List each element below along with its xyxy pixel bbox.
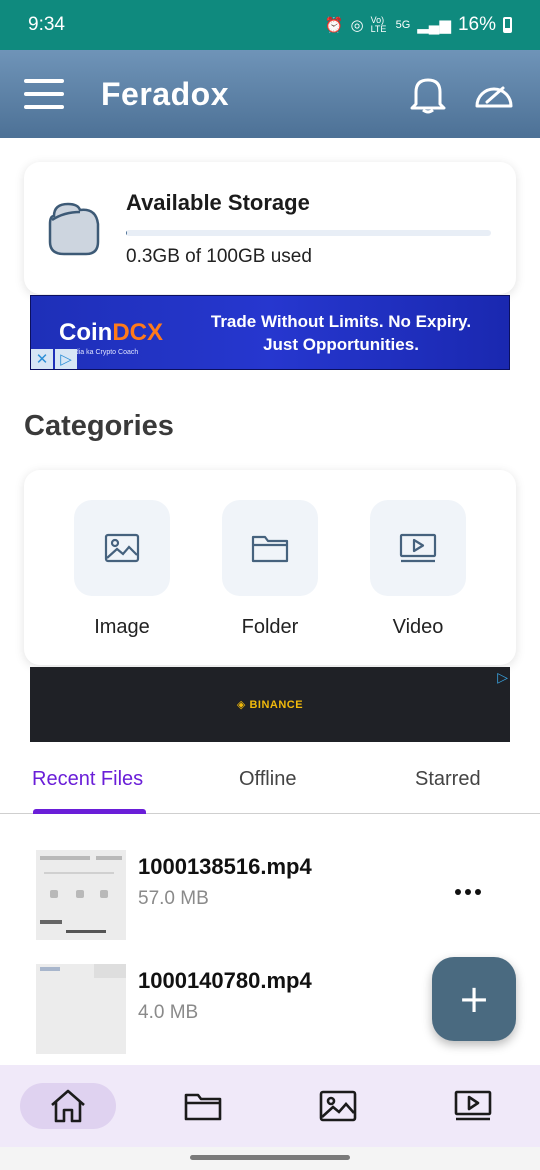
file-size: 4.0 MB — [138, 1002, 199, 1023]
file-size: 57.0 MB — [138, 888, 209, 909]
nav-videos[interactable] — [453, 1083, 493, 1129]
tab-indicator — [33, 809, 146, 814]
alarm-icon: ⏰ — [324, 17, 344, 34]
image-icon — [319, 1090, 357, 1122]
tab-recent-files[interactable]: Recent Files — [32, 768, 143, 791]
signal-label: 5G — [395, 19, 411, 31]
ad-tagline: India ka Crypto Coach — [69, 348, 139, 356]
video-icon — [370, 500, 466, 596]
nav-folders[interactable] — [183, 1083, 223, 1129]
file-name: 1000140780.mp4 — [138, 968, 312, 993]
video-icon — [454, 1090, 492, 1121]
signal-icon: ▂▄▆ — [417, 17, 451, 34]
ad-choices-icon[interactable]: ▷ — [55, 349, 77, 369]
home-icon — [51, 1089, 85, 1123]
add-button[interactable]: + — [432, 957, 516, 1041]
plus-icon: + — [458, 977, 490, 1021]
tab-starred[interactable]: Starred — [415, 768, 481, 791]
tab-offline[interactable]: Offline — [239, 768, 296, 791]
battery-icon — [503, 17, 512, 33]
more-options-icon[interactable] — [448, 878, 488, 906]
app-title: Feradox — [101, 75, 229, 112]
speedometer-icon[interactable] — [472, 72, 516, 116]
gesture-handle[interactable] — [190, 1155, 350, 1160]
ad-headline-line1: Trade Without Limits. No Expiry. — [210, 311, 472, 331]
status-time: 9:34 — [28, 14, 65, 35]
categories-title: Categories — [24, 410, 174, 442]
categories-card: Image Folder Video — [24, 470, 516, 665]
category-label: Image — [94, 616, 150, 638]
category-folder[interactable]: Folder — [222, 500, 318, 639]
ad-controls: ✕ ▷ — [31, 349, 79, 369]
image-icon — [74, 500, 170, 596]
status-icons: ⏰ ◎ Vo) LTE 5G ▂▄▆ 16% — [325, 14, 512, 36]
ad-close-icon[interactable]: ✕ — [31, 349, 53, 369]
storage-progress-fill — [126, 230, 128, 236]
folder-icon — [184, 1093, 222, 1121]
ad-headline: Trade Without Limits. No Expiry. Just Op… — [181, 310, 509, 356]
category-label: Video — [392, 616, 444, 638]
battery-level: 16% — [457, 14, 496, 35]
gesture-bar — [0, 1147, 540, 1170]
ad-logo: CoinDCX India ka Crypto Coach — [31, 318, 181, 356]
file-thumbnail — [36, 850, 126, 940]
hotspot-icon: ◎ — [350, 17, 364, 34]
category-image[interactable]: Image — [74, 500, 170, 639]
ad-brand-accent: DCX — [112, 318, 163, 346]
ad-choices-icon[interactable]: ▷ — [497, 669, 508, 686]
cloud-storage-icon — [46, 198, 104, 258]
bottom-navigation — [0, 1065, 540, 1147]
file-name: 1000138516.mp4 — [138, 854, 312, 879]
menu-icon[interactable] — [24, 79, 64, 109]
ad-binance-brand: BINANCE — [249, 699, 304, 711]
ad-brand-main: Coin — [59, 318, 113, 346]
ad-headline-line2: Just Opportunities. — [263, 334, 419, 354]
storage-title: Available Storage — [126, 190, 310, 215]
storage-used-text: 0.3GB of 100GB used — [126, 246, 312, 267]
nav-home[interactable] — [20, 1083, 116, 1129]
app-bar: Feradox — [0, 50, 540, 138]
network-label: Vo) LTE — [370, 15, 387, 34]
file-tabs: Recent Files Offline Starred — [0, 752, 540, 814]
storage-progress-bar — [126, 230, 491, 236]
file-row[interactable]: 1000138516.mp4 57.0 MB — [0, 850, 540, 942]
status-bar: 9:34 ⏰ ◎ Vo) LTE 5G ▂▄▆ 16% — [0, 0, 540, 50]
ad-binance-logo: ◈ BINANCE — [236, 699, 304, 711]
nav-images[interactable] — [318, 1083, 358, 1129]
ad-banner-coindcx[interactable]: CoinDCX India ka Crypto Coach Trade With… — [30, 295, 510, 370]
category-label: Folder — [241, 616, 299, 638]
folder-icon — [222, 500, 318, 596]
storage-card[interactable]: Available Storage 0.3GB of 100GB used — [24, 162, 516, 294]
bell-icon[interactable] — [406, 72, 450, 116]
ad-banner-binance[interactable]: ◈ BINANCE ▷ — [30, 667, 510, 742]
file-thumbnail — [36, 964, 126, 1054]
category-video[interactable]: Video — [370, 500, 466, 639]
